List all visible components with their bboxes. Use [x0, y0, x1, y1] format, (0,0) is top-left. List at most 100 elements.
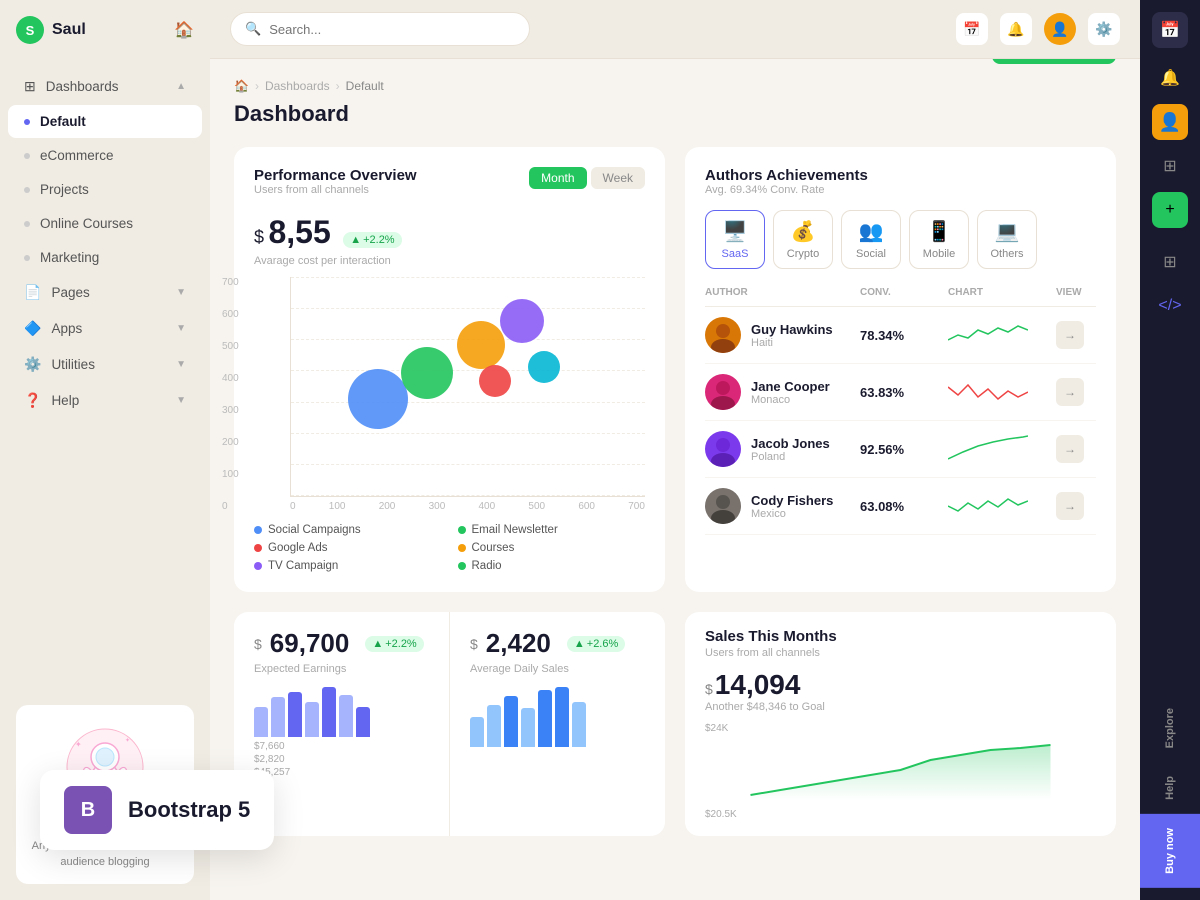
sales-card: Sales This Months Users from all channel…	[685, 612, 1116, 836]
logo-icon: S	[16, 16, 44, 44]
sidebar-toggle-icon[interactable]: 🏠	[174, 20, 194, 40]
bubble-chart-container: 7006005004003002001000	[254, 277, 645, 512]
avatar-jane	[705, 374, 741, 410]
x-axis-labels: 0100200300400500600700	[290, 497, 645, 512]
tab-week[interactable]: Week	[591, 167, 645, 189]
author-row: Jacob Jones Poland 92.56% →	[705, 421, 1096, 478]
apps-icon: 🔷	[24, 320, 41, 337]
view-button[interactable]: →	[1056, 321, 1084, 349]
bell-icon[interactable]: 🔔	[1000, 13, 1032, 45]
author-name: Guy Hawkins	[751, 322, 833, 337]
chart-legend: Social Campaigns Email Newsletter Google…	[254, 524, 645, 572]
legend-dot-icon	[254, 544, 262, 552]
sales-axis-bottom: $20.5K	[705, 809, 1096, 820]
sales-title: Sales This Months	[705, 628, 1096, 645]
authors-subtitle: Avg. 69.34% Conv. Rate	[705, 184, 1096, 196]
breadcrumb-current: Default	[346, 79, 384, 93]
legend-email: Email Newsletter	[458, 524, 646, 536]
explore-action[interactable]: Explore	[1140, 694, 1200, 762]
bootstrap-badge: B Bootstrap 5	[40, 770, 274, 850]
sidebar-item-online-courses[interactable]: Online Courses	[8, 207, 202, 240]
breadcrumb-dashboards[interactable]: Dashboards	[265, 79, 330, 93]
sidebar-item-marketing[interactable]: Marketing	[8, 241, 202, 274]
earnings-label: Expected Earnings	[254, 663, 429, 675]
conv-rate: 63.08%	[860, 499, 940, 514]
sales-axis: $24K	[705, 723, 1096, 734]
conv-rate: 78.34%	[860, 328, 940, 343]
chevron-icon: ▼	[176, 359, 186, 370]
daily-badge: ▲ +2.6%	[567, 636, 625, 652]
main-content: 🔍 📅 🔔 👤 ⚙️ 🏠 › Dashboards › Default Dash…	[210, 0, 1140, 900]
sales-value: 14,094	[715, 669, 801, 701]
search-icon: 🔍	[245, 21, 261, 37]
avatar-guy	[705, 317, 741, 353]
side-actions: Explore Help Buy now	[1140, 352, 1200, 888]
sidebar-item-ecommerce[interactable]: eCommerce	[8, 139, 202, 172]
author-name: Jacob Jones	[751, 436, 830, 451]
tab-month[interactable]: Month	[529, 167, 586, 189]
social-icon: 👥	[859, 219, 884, 244]
bubble-courses	[500, 299, 544, 343]
content-area: 🏠 › Dashboards › Default Dashboard Creat…	[210, 59, 1140, 900]
buy-action[interactable]: Buy now	[1140, 814, 1200, 888]
view-button[interactable]: →	[1056, 378, 1084, 406]
view-button[interactable]: →	[1056, 435, 1084, 463]
sales-goal: Another $48,346 to Goal	[705, 701, 1096, 713]
mini-chart	[948, 491, 1028, 521]
author-tab-icons: 🖥️ SaaS 💰 Crypto 👥 Social 📱 Mobile	[705, 210, 1096, 269]
avatar-jacob	[705, 431, 741, 467]
breadcrumb-sep: ›	[255, 79, 259, 93]
author-name: Cody Fishers	[751, 493, 833, 508]
sidebar-item-help[interactable]: ❓ Help ▼	[8, 383, 202, 418]
settings-nav-icon[interactable]: ⊞	[1152, 244, 1188, 280]
legend-dot-icon	[254, 526, 262, 534]
mini-chart	[948, 377, 1028, 407]
grid-nav-icon[interactable]: ⊞	[1152, 148, 1188, 184]
tab-mobile[interactable]: 📱 Mobile	[909, 210, 969, 269]
sidebar-item-pages[interactable]: 📄 Pages ▼	[8, 275, 202, 310]
mobile-icon: 📱	[927, 219, 952, 244]
app-name: Saul	[52, 21, 86, 39]
tab-social[interactable]: 👥 Social	[841, 210, 901, 269]
conv-rate: 92.56%	[860, 442, 940, 457]
calendar-icon[interactable]: 📅	[956, 13, 988, 45]
chevron-icon: ▼	[176, 395, 186, 406]
calendar-nav-icon[interactable]: 📅	[1152, 12, 1188, 48]
help-action[interactable]: Help	[1140, 762, 1200, 814]
sidebar-item-projects[interactable]: Projects	[8, 173, 202, 206]
chevron-icon: ▲	[176, 81, 186, 92]
avg-label: Avarage cost per interaction	[254, 255, 645, 267]
help-icon: ❓	[24, 392, 41, 409]
mini-chart	[948, 434, 1028, 464]
sidebar-item-dashboards[interactable]: ⊞ Dashboards ▲	[8, 69, 202, 104]
author-country: Monaco	[751, 394, 830, 406]
tab-others[interactable]: 💻 Others	[977, 210, 1037, 269]
perf-value: 8,55	[268, 214, 330, 250]
settings-icon[interactable]: ⚙️	[1088, 13, 1120, 45]
bell-nav-icon[interactable]: 🔔	[1152, 60, 1188, 96]
user-nav-avatar[interactable]: 👤	[1152, 104, 1188, 140]
view-button[interactable]: →	[1056, 492, 1084, 520]
sidebar-item-default[interactable]: Default	[8, 105, 202, 138]
tab-crypto[interactable]: 💰 Crypto	[773, 210, 833, 269]
perf-title: Performance Overview	[254, 167, 417, 184]
create-project-button[interactable]: Create Project	[992, 59, 1116, 64]
search-box[interactable]: 🔍	[230, 12, 530, 46]
search-input[interactable]	[269, 22, 515, 37]
code-nav-icon[interactable]: </>	[1152, 288, 1188, 324]
legend-radio: Radio	[458, 560, 646, 572]
author-table-header: AUTHOR CONV. CHART VIEW	[705, 283, 1096, 307]
tab-saas[interactable]: 🖥️ SaaS	[705, 210, 765, 269]
pages-icon: 📄	[24, 284, 41, 301]
author-country: Mexico	[751, 508, 833, 520]
perf-tab-group: Month Week	[529, 167, 645, 189]
legend-dot-icon	[254, 562, 262, 570]
add-nav-icon[interactable]: +	[1152, 192, 1188, 228]
dashboard-grid: Performance Overview Users from all chan…	[234, 147, 1116, 592]
user-avatar[interactable]: 👤	[1044, 13, 1076, 45]
svg-text:✦: ✦	[75, 740, 82, 749]
legend-dot-icon	[458, 562, 466, 570]
sidebar-item-apps[interactable]: 🔷 Apps ▼	[8, 311, 202, 346]
sidebar-item-utilities[interactable]: ⚙️ Utilities ▼	[8, 347, 202, 382]
sidebar-item-label: Dashboards	[46, 79, 119, 94]
